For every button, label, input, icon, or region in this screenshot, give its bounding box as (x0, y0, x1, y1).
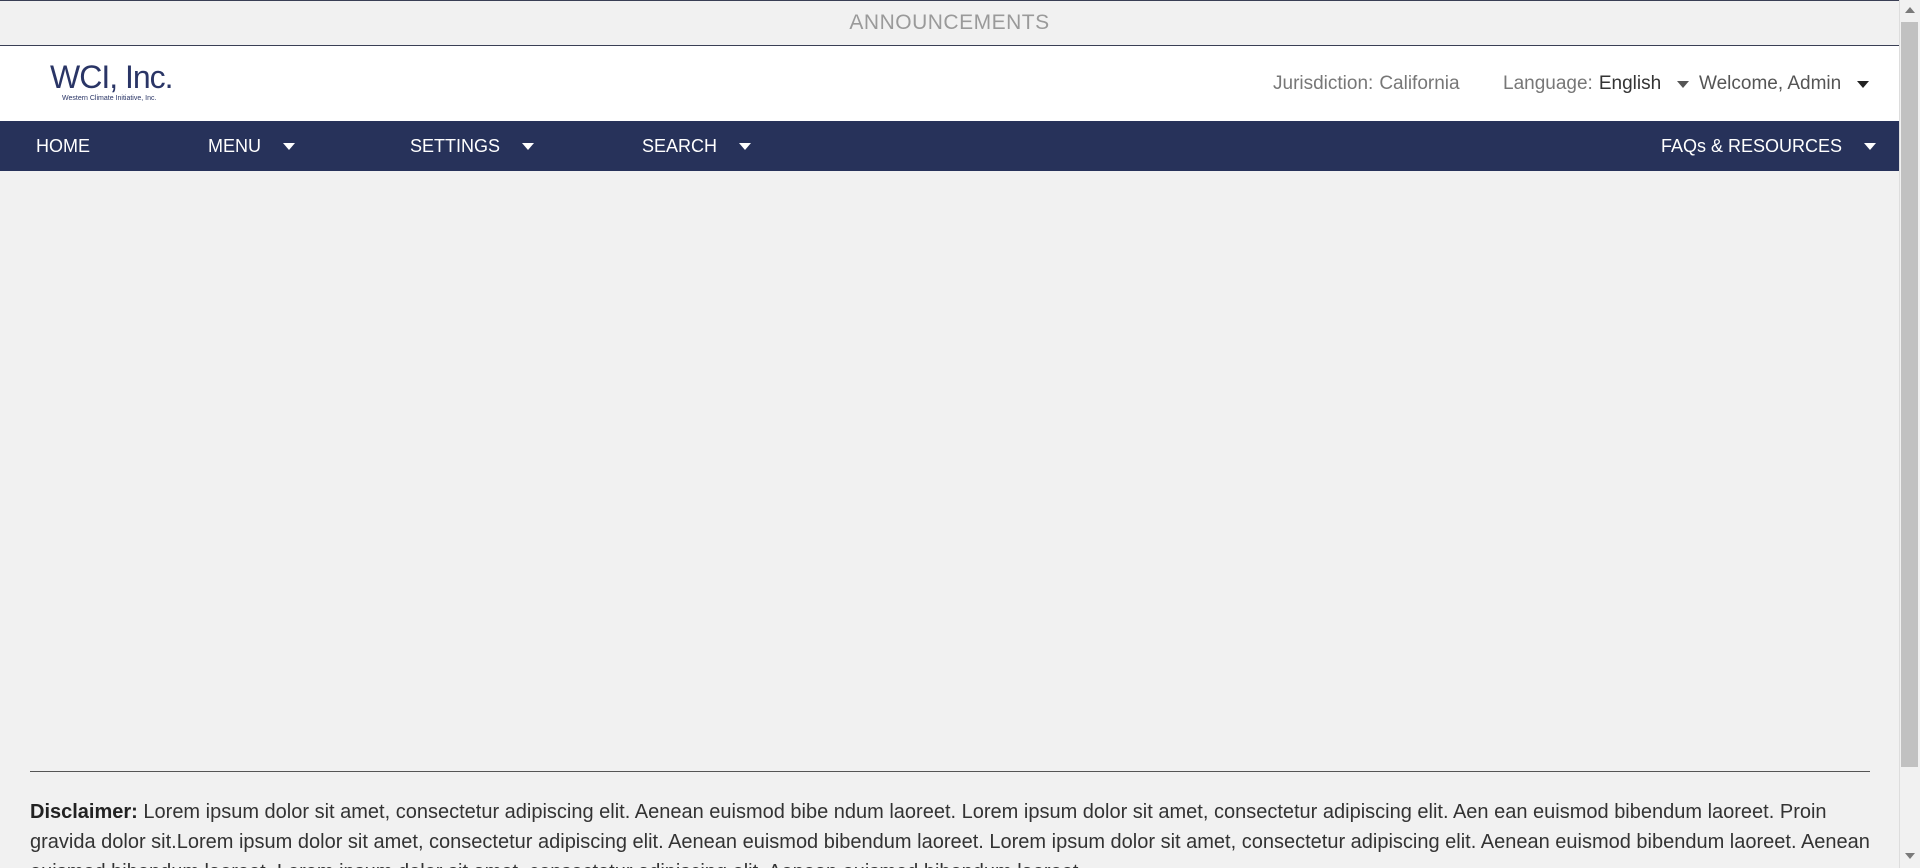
chevron-down-icon[interactable] (522, 142, 535, 150)
language-selector[interactable]: Language: English (1503, 73, 1690, 95)
jurisdiction-value: California (1379, 73, 1460, 94)
disclaimer-label: Disclaimer: (30, 801, 138, 823)
announcements-bar[interactable]: ANNOUNCEMENTS (0, 0, 1899, 46)
nav-settings-label[interactable]: SETTINGS (410, 136, 500, 157)
user-menu[interactable]: Welcome, Admin (1699, 73, 1870, 95)
disclaimer-text: Lorem ipsum dolor sit amet, consectetur … (30, 801, 1870, 868)
language-value[interactable]: English (1599, 73, 1661, 95)
chevron-down-icon[interactable] (283, 142, 295, 150)
announcements-label[interactable]: ANNOUNCEMENTS (849, 11, 1049, 35)
main-nav: HOME MENU SETTINGS SEARCH FAQs & RESOURC… (0, 121, 1899, 171)
nav-menu-label[interactable]: MENU (208, 136, 261, 157)
nav-home[interactable]: HOME (36, 121, 90, 171)
scroll-up-icon[interactable] (1905, 7, 1915, 13)
scrollbar-thumb[interactable] (1901, 22, 1918, 767)
site-header: WCI, Inc. Western Climate Initiative, In… (0, 23, 1899, 121)
chevron-down-icon[interactable] (1677, 80, 1690, 88)
nav-faqs-resources[interactable]: FAQs & RESOURCES (1661, 121, 1877, 171)
chevron-down-icon[interactable] (1864, 142, 1877, 150)
wci-logo[interactable]: WCI, Inc. Western Climate Initiative, In… (28, 16, 178, 116)
chevron-down-icon[interactable] (1857, 80, 1870, 88)
svg-text:Western Climate Initiative, In: Western Climate Initiative, Inc. (62, 95, 156, 102)
jurisdiction-display: Jurisdiction: California (1273, 73, 1460, 95)
scroll-down-icon[interactable] (1905, 853, 1915, 859)
svg-text:WCI, Inc.: WCI, Inc. (50, 59, 173, 95)
nav-home-label[interactable]: HOME (36, 136, 90, 157)
jurisdiction-label: Jurisdiction: (1273, 73, 1374, 94)
disclaimer: Disclaimer: Lorem ipsum dolor sit amet, … (30, 797, 1875, 868)
welcome-text[interactable]: Welcome, Admin (1699, 73, 1841, 95)
language-label: Language: (1503, 73, 1593, 94)
nav-menu[interactable]: MENU (208, 121, 295, 171)
nav-search-label[interactable]: SEARCH (642, 136, 717, 157)
nav-settings[interactable]: SETTINGS (410, 121, 535, 171)
page: ANNOUNCEMENTS WCI, Inc. Western Climate … (0, 0, 1920, 868)
footer-divider (30, 771, 1870, 772)
nav-faqs-label[interactable]: FAQs & RESOURCES (1661, 136, 1842, 157)
chevron-down-icon[interactable] (739, 142, 752, 150)
nav-search[interactable]: SEARCH (642, 121, 752, 171)
